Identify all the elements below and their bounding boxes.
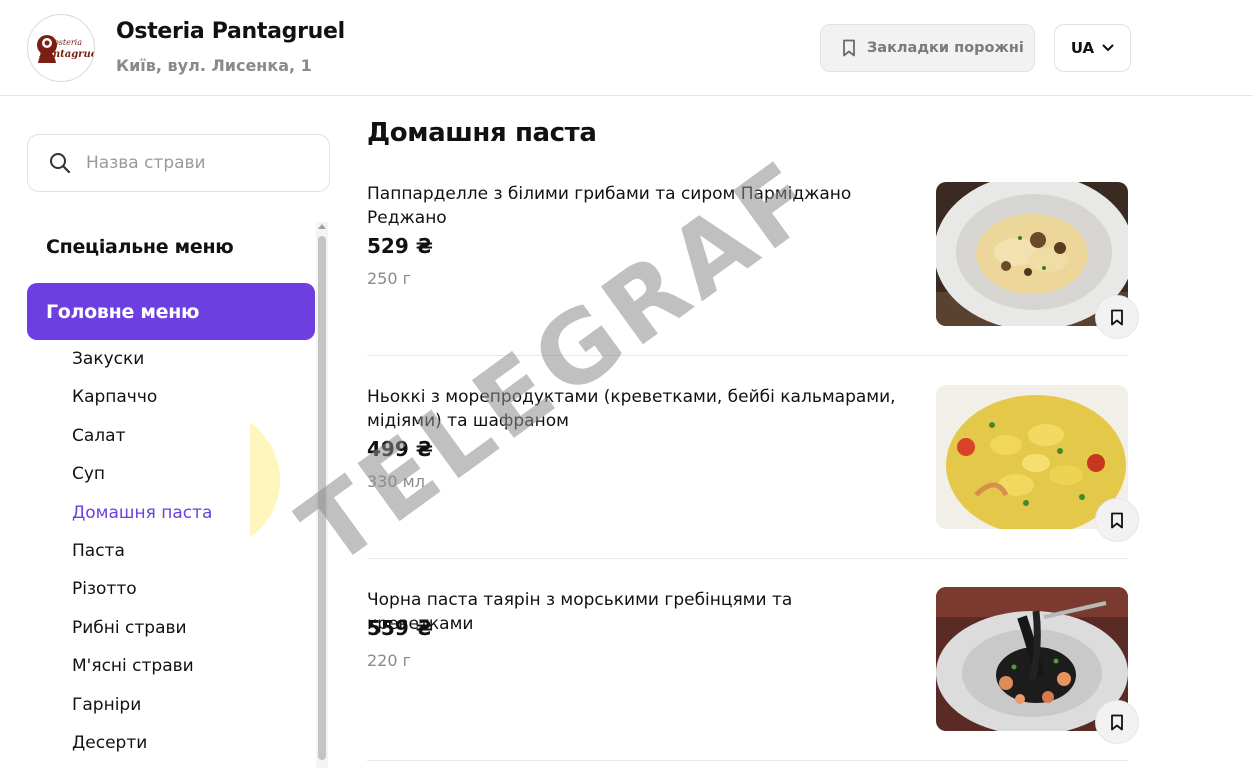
logo-text-main: Pantagruel — [38, 49, 95, 60]
scroll-up-arrow-icon[interactable] — [318, 224, 326, 229]
bookmark-icon — [843, 39, 855, 57]
dish-card[interactable]: Ньоккі з морепродуктами (креветками, бей… — [367, 385, 1139, 559]
dish-weight: 250 г — [367, 269, 412, 288]
dish-weight: 220 г — [367, 651, 412, 670]
dish-card[interactable]: Паппарделле з білими грибами та сиром Па… — [367, 182, 1139, 356]
bookmarks-label: Закладки порожні — [867, 40, 1024, 56]
add-bookmark-button[interactable] — [1095, 498, 1139, 542]
dish-price: 559 ₴ — [367, 616, 433, 640]
restaurant-logo[interactable]: osteria Pantagruel — [27, 14, 95, 82]
search-icon — [50, 153, 71, 174]
special-menu-link[interactable]: Спеціальне меню — [46, 236, 234, 258]
dish-name: Паппарделле з білими грибами та сиром Па… — [367, 184, 852, 228]
dish-name: Ньоккі з морепродуктами (креветками, бей… — [367, 387, 896, 431]
category-item-active[interactable]: Домашня паста — [72, 500, 212, 538]
bookmark-icon — [1111, 309, 1123, 325]
search-placeholder: Назва страви — [86, 153, 206, 173]
scroll-thumb[interactable] — [318, 236, 326, 760]
dish-price: 529 ₴ — [367, 234, 433, 258]
bookmark-icon — [1111, 512, 1123, 528]
category-item[interactable]: Десерти — [72, 730, 212, 768]
logo-emblem-icon: osteria Pantagruel — [37, 35, 95, 63]
sidebar-scrollbar[interactable] — [316, 222, 328, 768]
language-selector[interactable]: UA — [1054, 24, 1131, 72]
category-item[interactable]: Гарніри — [72, 692, 212, 730]
dish-name: Чорна паста таярін з морськими гребінцям… — [367, 590, 793, 634]
category-item[interactable]: Паста — [72, 538, 212, 576]
logo-text-top: osteria — [54, 38, 82, 47]
header: osteria Pantagruel Osteria Pantagruel Ки… — [0, 0, 1253, 96]
category-item[interactable]: Суп — [72, 461, 212, 499]
main-menu-link[interactable]: Головне меню — [27, 283, 315, 340]
bookmarks-button[interactable]: Закладки порожні — [820, 24, 1035, 72]
dish-price: 499 ₴ — [367, 437, 433, 461]
dish-card[interactable]: Чорна паста таярін з морськими гребінцям… — [367, 587, 1139, 761]
bookmark-icon — [1111, 714, 1123, 730]
chevron-down-icon — [1102, 44, 1114, 51]
add-bookmark-button[interactable] — [1095, 700, 1139, 744]
language-label: UA — [1070, 39, 1095, 57]
category-item[interactable]: Карпаччо — [72, 384, 212, 422]
category-item[interactable]: Різотто — [72, 576, 212, 614]
category-item[interactable]: М'ясні страви — [72, 653, 212, 691]
dish-search-input[interactable]: Назва страви — [27, 134, 330, 192]
restaurant-name: Osteria Pantagruel — [116, 19, 345, 44]
restaurant-address: Київ, вул. Лисенка, 1 — [116, 56, 312, 75]
dish-weight: 330 мл — [367, 472, 425, 491]
category-item[interactable]: Рибні страви — [72, 615, 212, 653]
section-title: Домашня паста — [367, 118, 597, 148]
category-item[interactable]: Салат — [72, 423, 212, 461]
category-item[interactable]: Закуски — [72, 346, 212, 384]
category-list: Закуски Карпаччо Салат Суп Домашня паста… — [72, 346, 212, 768]
add-bookmark-button[interactable] — [1095, 295, 1139, 339]
